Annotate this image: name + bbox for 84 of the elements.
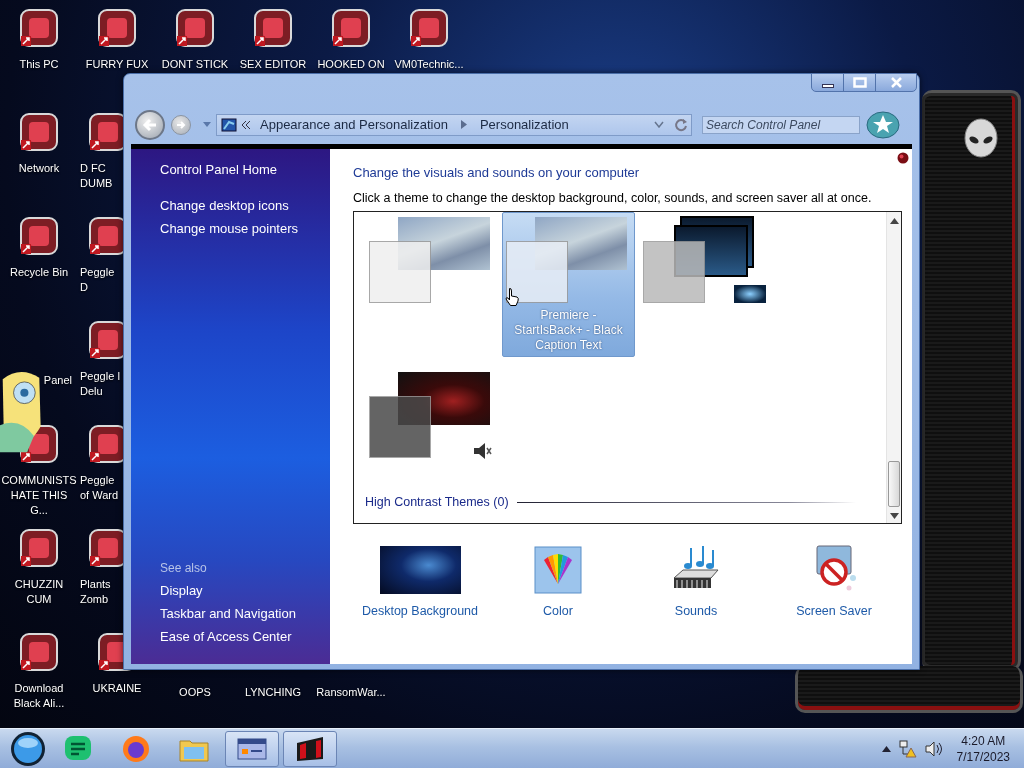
page-heading: Change the visuals and sounds on your computer [353, 165, 641, 181]
sidebar-link[interactable]: Ease of Access Center [160, 629, 292, 645]
show-hidden-icons-icon[interactable] [881, 746, 891, 752]
group-heading[interactable]: High Contrast Themes (0) [365, 495, 509, 509]
alien-head-icon [964, 118, 998, 158]
speaker-icon[interactable] [924, 741, 943, 757]
close-button[interactable] [875, 73, 917, 92]
desktop-icon-label[interactable]: RansomWar... [313, 685, 389, 700]
desktop-icon-label[interactable]: LYNCHING [235, 685, 311, 700]
desktop-icon-label[interactable]: UKRAINE [79, 681, 155, 696]
orb-icon [10, 731, 46, 767]
app-icon [19, 112, 59, 152]
app-icon [409, 8, 449, 48]
search-field[interactable]: Search Control Panel [702, 115, 860, 134]
app-icon [19, 632, 59, 672]
app-icon [19, 528, 59, 568]
breadcrumb-item[interactable]: Personalization [474, 117, 574, 132]
close-icon [889, 77, 903, 88]
minimize-button[interactable] [811, 73, 844, 92]
clock[interactable]: 4:20 AM 7/17/2023 [956, 733, 1010, 765]
hand-pointer-icon [505, 288, 520, 306]
scroll-up-icon[interactable] [889, 218, 899, 224]
breadcrumb-arrow-icon [460, 120, 467, 129]
sidebar-link[interactable]: Taskbar and Navigation [160, 606, 296, 622]
start-button[interactable] [9, 730, 47, 768]
app-icon [97, 8, 137, 48]
section-title: See also [160, 561, 207, 576]
wallpaper-thumbnail [734, 285, 766, 303]
scroll-down-icon[interactable] [889, 513, 899, 519]
desktop-icon-label[interactable]: Recycle Bin [1, 265, 77, 280]
desktop-icon-label[interactable]: Panel [43, 373, 72, 388]
breadcrumb-item[interactable]: Appearance and Personalization [255, 117, 453, 132]
sidebar-link[interactable]: Control Panel Home [160, 162, 278, 178]
scrollbar[interactable] [886, 212, 901, 523]
desktop-icon-label[interactable]: SEX EDITOR [235, 57, 311, 72]
app-icon [19, 216, 59, 256]
desktop-icon-label[interactable]: HOOKED ON [313, 57, 389, 72]
desktop-icon-label[interactable]: This PC [1, 57, 77, 72]
app-icon [175, 8, 215, 48]
control-panel-icon [221, 117, 237, 132]
refresh-icon[interactable] [674, 117, 688, 132]
back-button[interactable] [135, 109, 165, 140]
theme-name: Premiere - StartIsBack+ - Black Caption Text [513, 308, 624, 353]
desktop-icon-label[interactable]: Plants Zomb [80, 577, 123, 607]
dropdown-caret-icon [654, 121, 664, 128]
app-icon [331, 8, 371, 48]
app-icon [19, 8, 59, 48]
app-icon [120, 733, 152, 765]
network-warning-icon[interactable] [898, 740, 917, 758]
desktop-icon-label[interactable]: D FC DUMB [80, 161, 123, 191]
desktop-icon-label[interactable]: CHUZZIN CUM [1, 577, 77, 607]
desktop-icon-label[interactable]: Peggle D [80, 265, 123, 295]
option-link[interactable]: Sounds [674, 604, 718, 618]
taskbar-button[interactable] [283, 731, 337, 767]
option-link[interactable]: Color [543, 604, 573, 618]
desktop-icon-label[interactable]: DONT STICK [157, 57, 233, 72]
option-link[interactable]: Screen Saver [796, 604, 872, 618]
maximize-button[interactable] [843, 73, 876, 92]
minimize-icon [821, 83, 834, 88]
scroll-thumb[interactable] [888, 461, 900, 507]
sidebar-link[interactable]: Change desktop icons [160, 198, 289, 214]
chevron-icon [241, 120, 251, 129]
maximize-icon [852, 77, 867, 88]
option-link[interactable]: Desktop Background [361, 604, 478, 618]
desktop-icon-label[interactable]: VM0Technic... [391, 57, 467, 72]
instruction-text: Click a theme to change the desktop background, color, sounds, and screen saver all at once. [353, 190, 873, 206]
desktop-icon-label[interactable]: COMMUNISTS HATE THIS G... [1, 473, 77, 518]
star-orb-icon[interactable] [866, 109, 900, 140]
address-bar[interactable]: Appearance and Personalization Personalization [216, 113, 692, 136]
orb-icon[interactable] [897, 152, 909, 164]
desktop-icon-label[interactable]: Network [1, 161, 77, 176]
desktop-icon-label[interactable]: Peggle of Ward [80, 473, 123, 503]
forward-button[interactable] [171, 114, 191, 135]
desktop-icon-label[interactable]: Peggle I Delu [80, 369, 123, 399]
app-icon [253, 8, 293, 48]
desktop-icon-label[interactable]: FURRY FUX [79, 57, 155, 72]
sidebar-link[interactable]: Change mouse pointers [160, 221, 299, 237]
back-arrow-icon [142, 117, 158, 132]
desktop-icon-label[interactable]: OOPS [157, 685, 233, 700]
desktop-icon-label[interactable]: Download Black Ali... [1, 681, 77, 711]
color-fan-icon [534, 546, 582, 594]
sidebar-link[interactable]: Display [160, 583, 203, 599]
taskbar-button[interactable] [225, 731, 279, 767]
forward-arrow-icon [176, 119, 186, 130]
